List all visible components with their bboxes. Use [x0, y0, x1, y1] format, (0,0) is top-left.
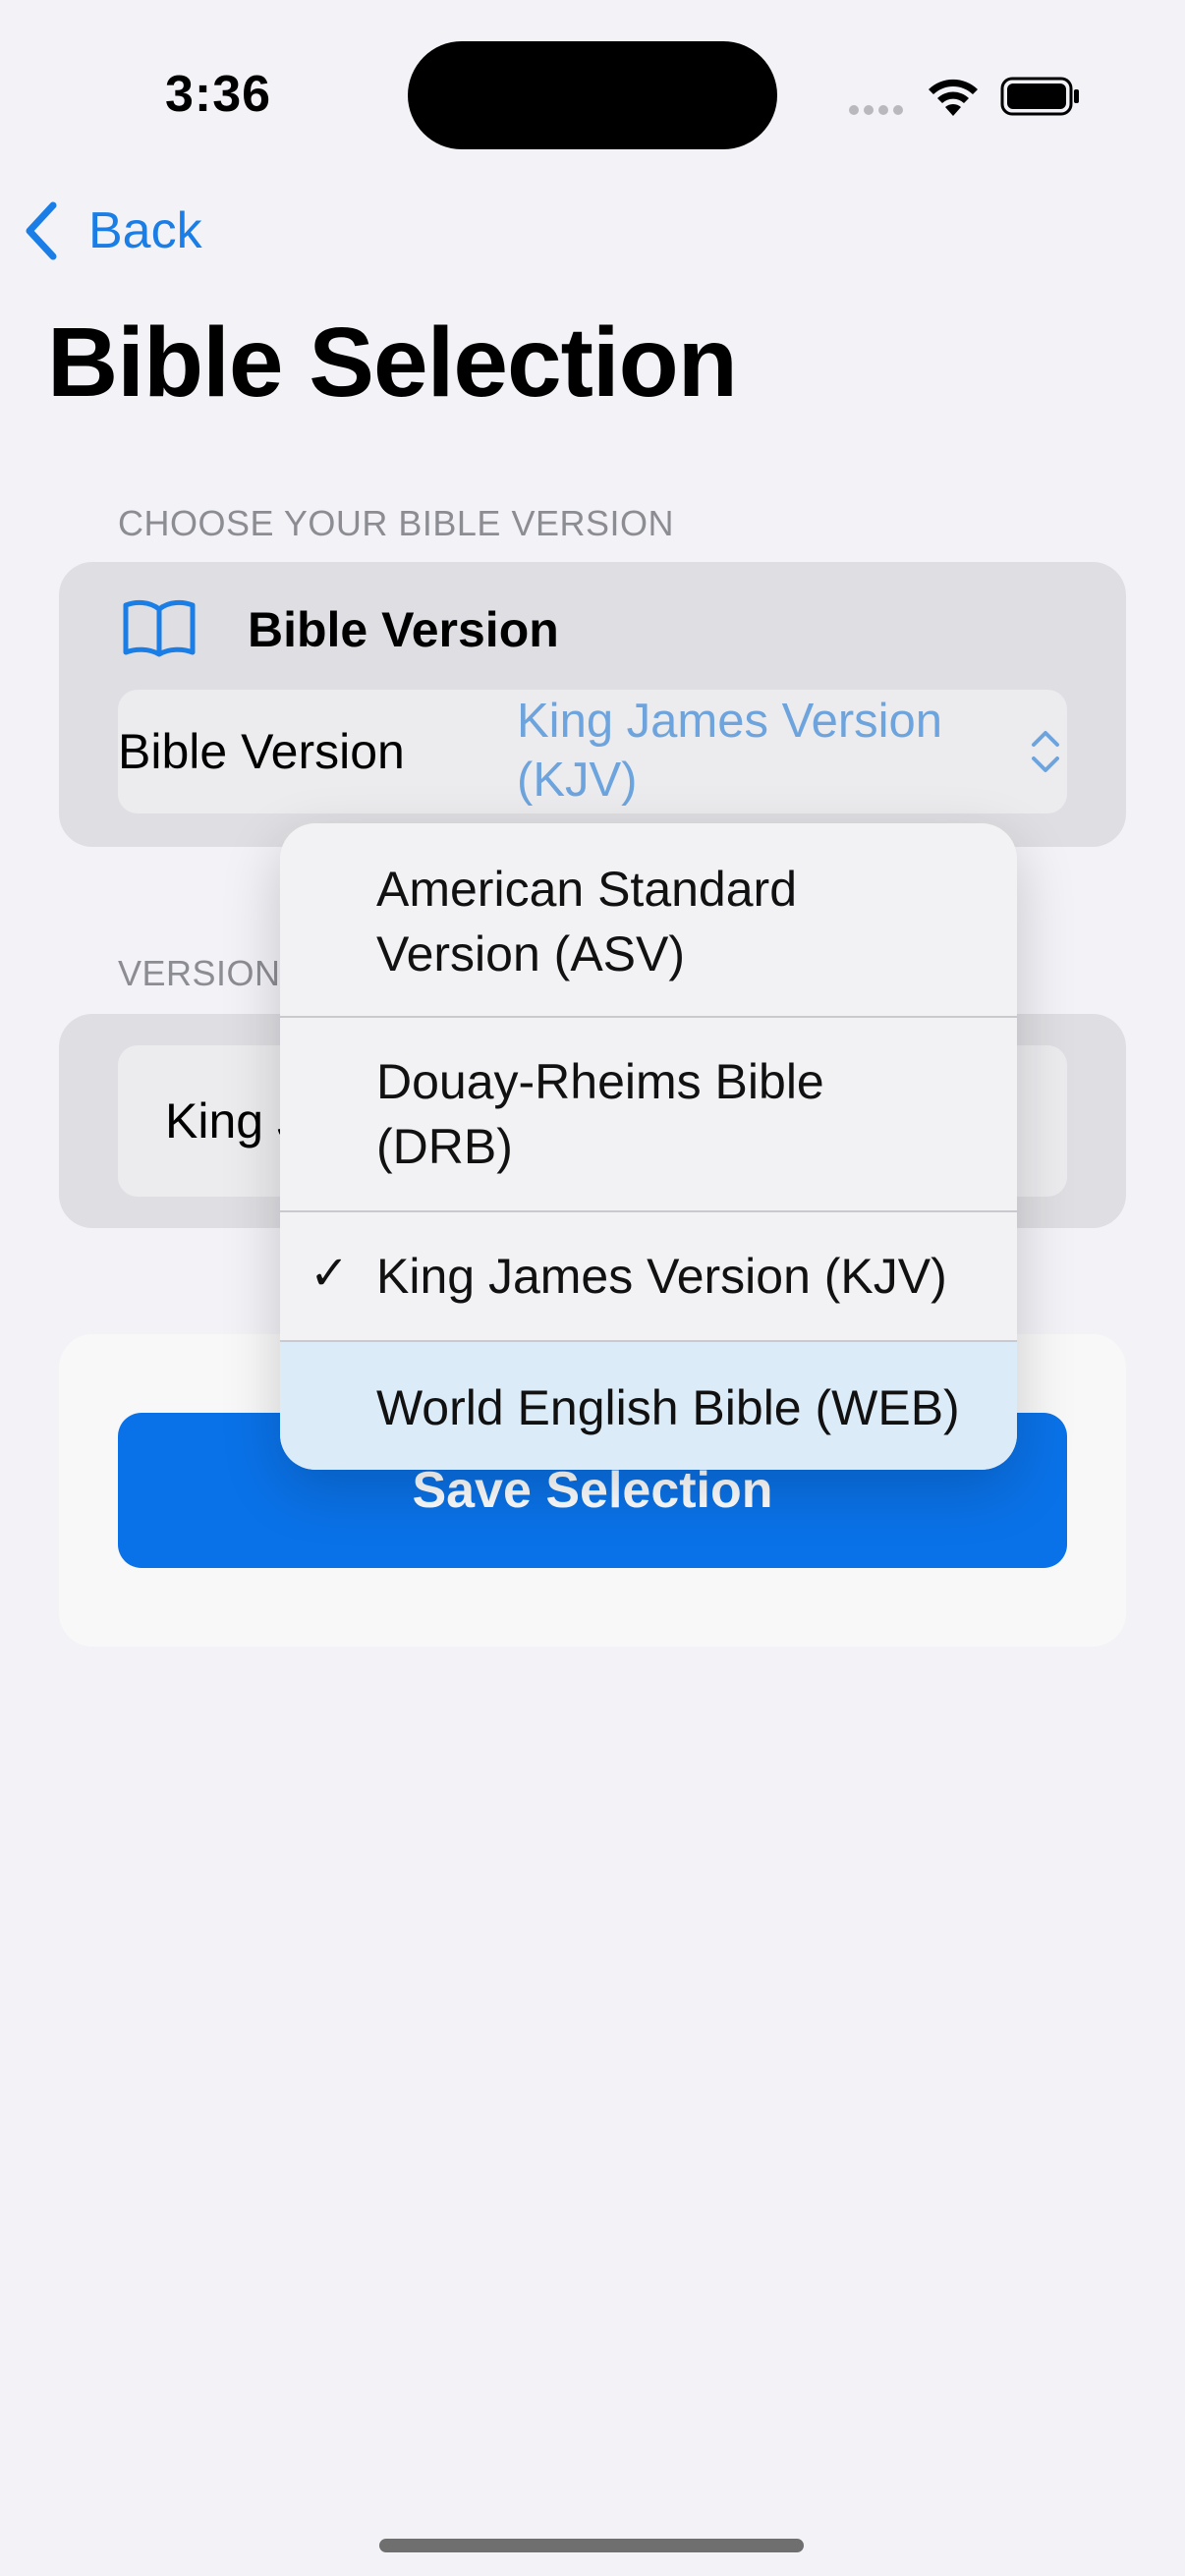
menu-item-label: King James Version (KJV)	[376, 1249, 947, 1304]
menu-item-drb[interactable]: Douay-Rheims Bible (DRB)	[280, 1018, 1017, 1210]
card-title: Bible Version	[248, 602, 559, 657]
menu-item-label: World English Bible (WEB)	[376, 1380, 960, 1435]
status-time: 3:36	[165, 66, 272, 123]
page-title: Bible Selection	[47, 308, 738, 418]
chevron-up-down-icon[interactable]	[1028, 725, 1063, 778]
book-icon	[123, 599, 196, 657]
back-label: Back	[88, 202, 202, 259]
bible-version-dropdown-menu: American Standard Version (ASV) Douay-Rh…	[280, 823, 1017, 1470]
menu-item-web[interactable]: World English Bible (WEB)	[280, 1342, 1017, 1470]
back-button[interactable]: Back	[22, 196, 202, 265]
section-header-version: VERSION	[118, 953, 281, 993]
menu-item-label: American Standard Version (ASV)	[376, 862, 798, 981]
dynamic-island	[408, 41, 777, 149]
checkmark-icon: ✓	[310, 1248, 350, 1300]
picker-selected-value[interactable]: King James Version (KJV)	[517, 692, 988, 810]
battery-icon	[1000, 77, 1079, 116]
menu-item-kjv[interactable]: ✓ King James Version (KJV)	[280, 1212, 1017, 1340]
picker-label: Bible Version	[118, 724, 405, 779]
menu-item-asv[interactable]: American Standard Version (ASV)	[280, 823, 1017, 1016]
wifi-icon	[929, 79, 978, 116]
section-header-choose-version: CHOOSE YOUR BIBLE VERSION	[118, 503, 674, 543]
home-indicator	[379, 2539, 804, 2552]
chevron-left-icon	[26, 201, 57, 260]
cellular-signal-icon	[849, 102, 908, 116]
menu-item-label: Douay-Rheims Bible (DRB)	[376, 1054, 824, 1174]
